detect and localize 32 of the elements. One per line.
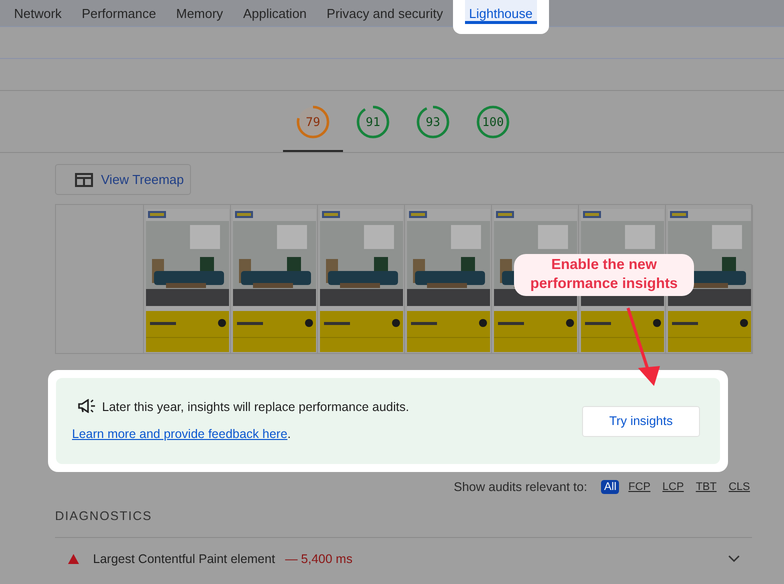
score-value: 79 bbox=[304, 115, 322, 129]
audit-title: Largest Contentful Paint element bbox=[93, 552, 276, 566]
audit-row[interactable]: Largest Contentful Paint element — 5,400 ms bbox=[55, 538, 752, 566]
treemap-icon bbox=[75, 172, 93, 186]
view-treemap-button[interactable]: View Treemap bbox=[55, 164, 191, 195]
annotation-callout: Enable the new performance insights bbox=[514, 254, 694, 296]
metric-filter[interactable]: FCP bbox=[625, 480, 654, 494]
try-insights-button[interactable]: Try insights bbox=[582, 406, 700, 436]
warning-triangle-icon bbox=[68, 554, 79, 564]
metric-filter[interactable]: TBT bbox=[692, 480, 720, 494]
devtools-tab[interactable]: Privacy and security bbox=[320, 0, 449, 21]
score-gauge[interactable]: 91 bbox=[343, 105, 403, 152]
learn-more-link[interactable]: Learn more and provide feedback here bbox=[72, 427, 288, 441]
metric-filter[interactable]: CLS bbox=[726, 480, 753, 494]
score-value: 93 bbox=[424, 115, 442, 129]
section-heading: DIAGNOSTICS bbox=[55, 509, 152, 523]
devtools-tab[interactable]: Lighthouse bbox=[465, 0, 537, 24]
devtools-tab[interactable]: Memory bbox=[170, 0, 230, 21]
metric-filter[interactable]: LCP bbox=[659, 480, 687, 494]
banner-message: Later this year, insights will replace performance audits. Learn more and provide feedback here. bbox=[72, 398, 410, 443]
devtools-tab[interactable]: Application bbox=[237, 0, 313, 21]
metric-filter[interactable]: All bbox=[601, 480, 620, 494]
devtools-tab[interactable]: Network bbox=[8, 0, 68, 21]
score-gauge[interactable]: 93 bbox=[403, 105, 463, 152]
audit-value: — 5,400 ms bbox=[285, 552, 352, 566]
score-value: 100 bbox=[481, 115, 505, 129]
megaphone-icon bbox=[78, 399, 98, 413]
filter-label: Show audits relevant to: bbox=[454, 480, 588, 494]
score-value: 91 bbox=[364, 115, 382, 129]
score-gauge[interactable]: 79 bbox=[283, 105, 343, 152]
devtools-tab[interactable]: Performance bbox=[76, 0, 162, 21]
score-gauge[interactable]: 100 bbox=[463, 105, 523, 152]
